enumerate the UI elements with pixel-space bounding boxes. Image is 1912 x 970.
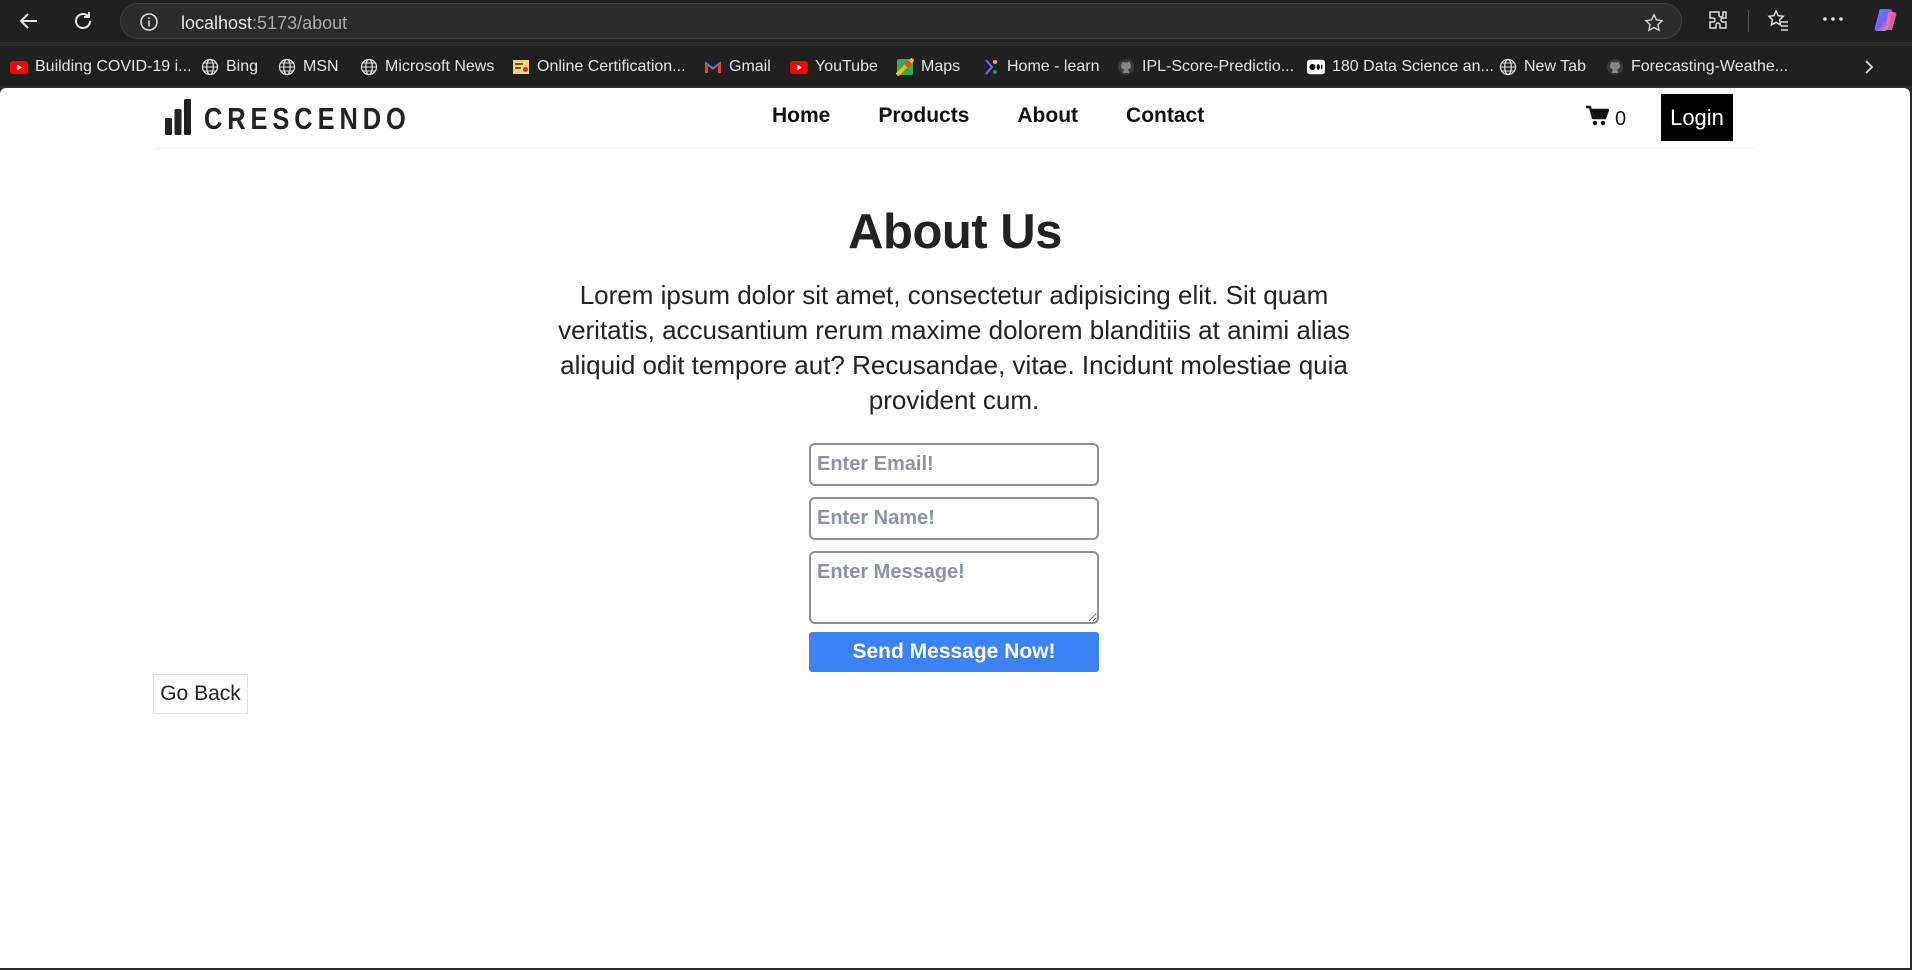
address-bar[interactable]: localhost:5173/about bbox=[120, 3, 1682, 39]
reload-icon[interactable] bbox=[68, 6, 98, 36]
more-options-icon[interactable] bbox=[1822, 12, 1844, 30]
nav-products[interactable]: Products bbox=[854, 104, 993, 128]
go-back-button[interactable]: Go Back bbox=[153, 674, 248, 714]
nav-home[interactable]: Home bbox=[748, 104, 854, 128]
brand-name: CRESCENDO bbox=[204, 100, 411, 136]
bookmark-label: MSN bbox=[303, 58, 339, 75]
globe-icon bbox=[278, 58, 296, 76]
github-icon bbox=[1117, 58, 1135, 76]
main-menu: Home Products About Contact bbox=[748, 104, 1228, 128]
url-host: localhost bbox=[181, 13, 253, 33]
back-arrow-icon[interactable] bbox=[14, 6, 44, 36]
bookmark-item[interactable]: 180 Data Science an... bbox=[1307, 56, 1494, 78]
favorites-icon[interactable] bbox=[1766, 8, 1790, 37]
bookmark-label: Bing bbox=[226, 58, 259, 75]
favorite-star-icon[interactable] bbox=[1643, 12, 1665, 39]
bookmark-item[interactable]: Building COVID-19 i... bbox=[10, 56, 192, 78]
bookmark-label: Building COVID-19 i... bbox=[35, 58, 192, 75]
bookmarks-bar: Building COVID-19 i... Bing MSN Microsof… bbox=[0, 46, 1912, 86]
brand-logo[interactable]: CRESCENDO bbox=[164, 96, 456, 141]
bookmark-label: New Tab bbox=[1524, 58, 1586, 75]
email-field[interactable] bbox=[809, 443, 1099, 486]
bookmark-label: Home - learn bbox=[1007, 58, 1100, 75]
globe-icon bbox=[201, 58, 219, 76]
bookmark-item[interactable]: MSN bbox=[278, 56, 339, 78]
url-path: :5173/about bbox=[252, 13, 348, 33]
bookmark-label: IPL-Score-Predictio... bbox=[1142, 58, 1295, 75]
bookmark-label: Online Certification... bbox=[537, 58, 686, 75]
site-info-icon[interactable] bbox=[139, 12, 159, 37]
bookmark-item[interactable]: Home - learn bbox=[982, 56, 1099, 78]
about-description: Lorem ipsum dolor sit amet, consectetur … bbox=[558, 280, 1350, 415]
youtube-icon bbox=[10, 58, 28, 76]
maps-icon bbox=[896, 58, 914, 76]
bookmark-label: Maps bbox=[921, 58, 961, 75]
cart-link[interactable]: 0 bbox=[1585, 105, 1626, 133]
bookmark-label: Gmail bbox=[729, 58, 771, 75]
shopping-cart-icon bbox=[1585, 105, 1610, 133]
github-icon bbox=[1606, 58, 1624, 76]
certificate-icon bbox=[512, 58, 530, 76]
page-viewport: CRESCENDO Home Products About Contact 0 … bbox=[0, 88, 1910, 968]
copilot-icon[interactable] bbox=[1872, 6, 1900, 39]
message-field[interactable] bbox=[809, 551, 1099, 624]
send-message-button[interactable]: Send Message Now! bbox=[809, 632, 1099, 672]
bookmark-item[interactable]: Forecasting-Weathe... bbox=[1606, 56, 1788, 78]
gmail-icon bbox=[704, 58, 722, 76]
bookmark-label: 180 Data Science an... bbox=[1332, 58, 1494, 75]
bookmark-item[interactable]: Online Certification... bbox=[512, 56, 686, 78]
globe-icon bbox=[360, 58, 378, 76]
bookmark-item[interactable]: Gmail bbox=[704, 56, 771, 78]
extensions-icon[interactable] bbox=[1706, 8, 1730, 37]
url-text: localhost:5173/about bbox=[181, 13, 347, 34]
site-navbar: CRESCENDO Home Products About Contact 0 … bbox=[154, 88, 1755, 149]
bookmark-item[interactable]: New Tab bbox=[1499, 56, 1586, 78]
browser-toolbar: localhost:5173/about bbox=[0, 0, 1912, 42]
contact-form: Send Message Now! bbox=[809, 443, 1099, 672]
bookmark-label: YouTube bbox=[815, 58, 878, 75]
bar-chart-logo-icon bbox=[164, 96, 192, 141]
learn-icon bbox=[982, 58, 1000, 76]
toolbar-divider bbox=[1748, 10, 1749, 32]
nav-contact[interactable]: Contact bbox=[1102, 104, 1228, 128]
bookmark-label: Microsoft News bbox=[385, 58, 495, 75]
bookmark-item[interactable]: YouTube bbox=[790, 56, 878, 78]
page-title: About Us bbox=[848, 205, 1062, 259]
bookmark-item[interactable]: Microsoft News bbox=[360, 56, 494, 78]
medium-icon bbox=[1307, 58, 1325, 76]
name-field[interactable] bbox=[809, 497, 1099, 540]
login-button[interactable]: Login bbox=[1661, 94, 1733, 141]
bookmark-label: Forecasting-Weathe... bbox=[1631, 58, 1789, 75]
cart-count: 0 bbox=[1615, 107, 1627, 130]
bookmarks-overflow-chevron-icon[interactable] bbox=[1862, 56, 1876, 78]
youtube-icon bbox=[790, 58, 808, 76]
bookmark-item[interactable]: Bing bbox=[201, 56, 258, 78]
bookmark-item[interactable]: Maps bbox=[896, 56, 960, 78]
globe-icon bbox=[1499, 58, 1517, 76]
bookmark-item[interactable]: IPL-Score-Predictio... bbox=[1117, 56, 1294, 78]
nav-about[interactable]: About bbox=[993, 104, 1102, 128]
